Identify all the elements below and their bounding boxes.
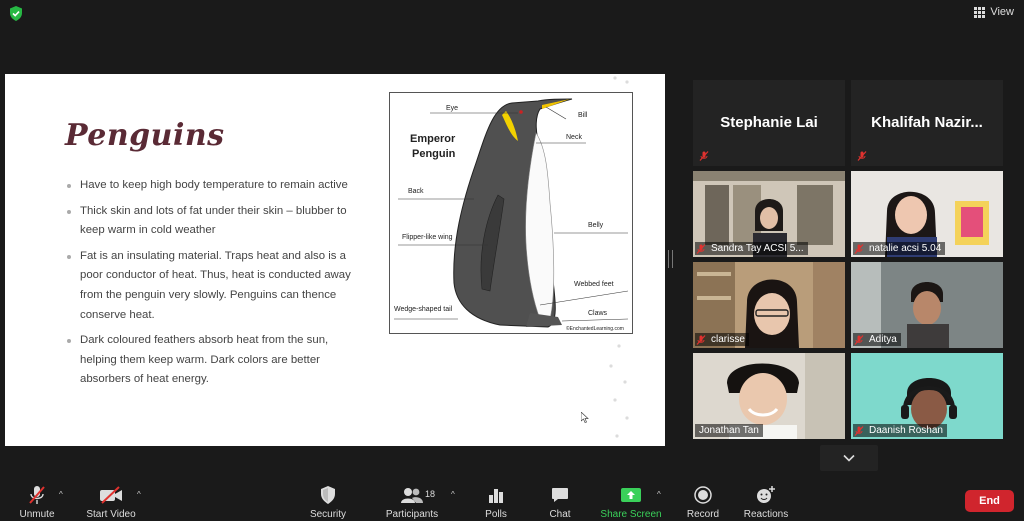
mic-muted-icon bbox=[857, 151, 867, 161]
mouse-cursor-icon bbox=[581, 412, 589, 423]
gallery-scroll-down-button[interactable] bbox=[820, 445, 878, 471]
diagram-heading-line1: Emperor bbox=[410, 133, 456, 145]
participant-video-tile[interactable]: Sandra Tay ACSI 5... bbox=[693, 171, 845, 257]
diagram-label-flipper: Flipper-like wing bbox=[402, 234, 453, 241]
participant-tile[interactable]: Stephanie Lai bbox=[693, 80, 845, 166]
share-screen-button[interactable]: Share Screen bbox=[600, 482, 662, 520]
participant-name: Khalifah Nazir... bbox=[871, 114, 983, 131]
reactions-button[interactable]: Reactions bbox=[742, 482, 790, 520]
penguin-diagram: Eye Bill Neck Emperor Penguin Back Belly… bbox=[389, 92, 633, 334]
participants-options-caret[interactable]: ^ bbox=[451, 490, 455, 499]
polls-label: Polls bbox=[485, 509, 507, 520]
video-camera-off-icon bbox=[100, 486, 122, 504]
participants-count: 18 bbox=[425, 489, 436, 499]
participant-video-tile[interactable]: natalie acsi 5.04 bbox=[851, 171, 1003, 257]
participant-name: natalie acsi 5.04 bbox=[853, 242, 946, 255]
view-button[interactable]: View bbox=[974, 4, 1014, 20]
reactions-smiley-icon bbox=[757, 486, 775, 503]
meeting-toolbar: Unmute ^ Start Video ^ Security Particip… bbox=[0, 478, 1024, 521]
record-label: Record bbox=[686, 509, 720, 520]
microphone-muted-icon bbox=[29, 486, 45, 504]
diagram-label-claws: Claws bbox=[588, 310, 608, 317]
chat-label: Chat bbox=[549, 509, 571, 520]
slide-bullet: Fat is an insulating material. Traps hea… bbox=[67, 247, 357, 325]
audio-options-caret[interactable]: ^ bbox=[59, 490, 63, 499]
polls-button[interactable]: Polls bbox=[480, 482, 512, 520]
participant-video-tile[interactable]: Aditya bbox=[851, 262, 1003, 348]
unmute-button[interactable]: Unmute bbox=[16, 482, 58, 520]
mic-muted-icon bbox=[696, 335, 706, 345]
unmute-label: Unmute bbox=[19, 509, 55, 520]
security-button[interactable]: Security bbox=[306, 482, 350, 520]
mic-muted-icon bbox=[699, 151, 709, 161]
share-screen-arrow-icon bbox=[621, 488, 641, 502]
security-label: Security bbox=[309, 509, 347, 520]
participants-icon bbox=[401, 488, 423, 503]
participants-button[interactable]: Participants bbox=[384, 482, 440, 520]
diagram-label-back: Back bbox=[408, 188, 424, 195]
end-meeting-button[interactable]: End bbox=[965, 490, 1014, 512]
mic-muted-icon bbox=[854, 244, 864, 254]
start-video-label: Start Video bbox=[86, 509, 136, 520]
panel-resize-handle[interactable] bbox=[668, 250, 673, 268]
slide-bullet-list: Have to keep high body temperature to re… bbox=[67, 176, 357, 396]
participant-video-tile[interactable]: Daanish Roshan bbox=[851, 353, 1003, 439]
shared-screen: Penguins Have to keep high body temperat… bbox=[5, 74, 665, 446]
participant-name: Stephanie Lai bbox=[720, 114, 818, 131]
participant-video-tile-active-speaker[interactable]: Jonathan Tan bbox=[693, 353, 845, 439]
diagram-label-belly: Belly bbox=[588, 222, 604, 229]
slide-bullet: Dark coloured feathers absorb heat from … bbox=[67, 331, 357, 390]
diagram-label-webbed-feet: Webbed feet bbox=[574, 281, 614, 288]
participant-name: Sandra Tay ACSI 5... bbox=[695, 242, 808, 255]
slide-title: Penguins bbox=[65, 118, 225, 153]
participant-tile[interactable]: Khalifah Nazir... bbox=[851, 80, 1003, 166]
participant-name: Jonathan Tan bbox=[695, 424, 763, 437]
diagram-label-neck: Neck bbox=[566, 134, 582, 141]
start-video-button[interactable]: Start Video bbox=[82, 482, 140, 520]
polls-icon bbox=[489, 489, 503, 503]
chat-bubble-icon bbox=[552, 488, 568, 502]
chat-button[interactable]: Chat bbox=[544, 482, 576, 520]
diagram-label-bill: Bill bbox=[578, 112, 588, 119]
participant-name: Daanish Roshan bbox=[853, 424, 947, 437]
mic-muted-icon bbox=[854, 335, 864, 345]
slide-bullet: Thick skin and lots of fat under their s… bbox=[67, 202, 357, 241]
share-screen-label: Share Screen bbox=[600, 509, 662, 520]
diagram-label-tail: Wedge-shaped tail bbox=[394, 306, 453, 313]
record-icon bbox=[694, 486, 712, 504]
reactions-label: Reactions bbox=[743, 509, 789, 520]
diagram-credit: ©EnchantedLearning.com bbox=[566, 325, 624, 332]
share-options-caret[interactable]: ^ bbox=[657, 490, 661, 499]
chevron-down-icon bbox=[843, 454, 855, 462]
diagram-heading-line2: Penguin bbox=[412, 148, 456, 160]
slide-bullet: Have to keep high body temperature to re… bbox=[67, 176, 357, 196]
mic-muted-icon bbox=[854, 426, 864, 436]
view-label: View bbox=[990, 6, 1014, 18]
shield-icon bbox=[321, 486, 335, 504]
diagram-label-eye: Eye bbox=[446, 105, 458, 112]
mic-muted-icon bbox=[696, 244, 706, 254]
gallery-grid-icon bbox=[974, 6, 986, 18]
participants-label: Participants bbox=[385, 509, 439, 520]
participant-video-tile[interactable]: clarisse bbox=[693, 262, 845, 348]
security-shield-icon[interactable] bbox=[9, 6, 23, 21]
video-options-caret[interactable]: ^ bbox=[137, 490, 141, 499]
record-button[interactable]: Record bbox=[684, 482, 722, 520]
